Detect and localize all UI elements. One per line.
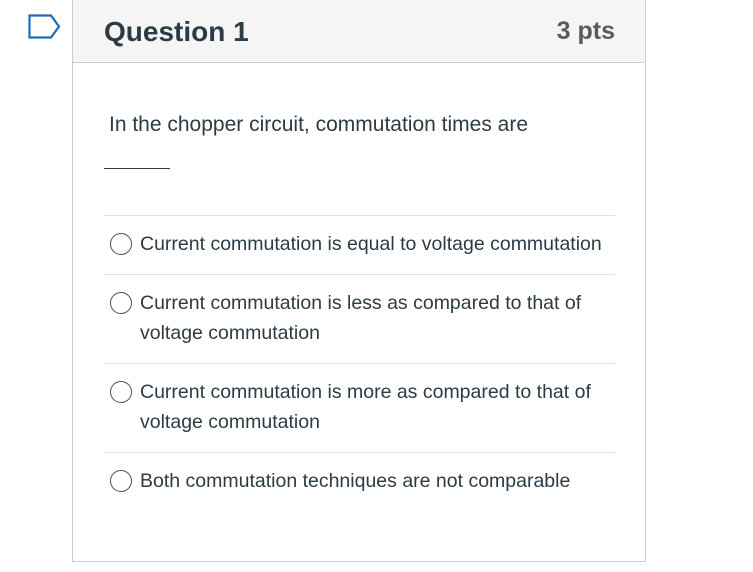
answer-list: Current commutation is equal to voltage … xyxy=(104,215,615,511)
question-body: In the chopper circuit, commutation time… xyxy=(73,112,645,511)
answer-label[interactable]: Current commutation is more as compared … xyxy=(140,377,615,437)
answer-option[interactable]: Current commutation is equal to voltage … xyxy=(104,216,615,275)
radio-button-icon[interactable] xyxy=(110,233,132,255)
answer-blank-line xyxy=(104,168,170,169)
answer-option[interactable]: Current commutation is more as compared … xyxy=(104,364,615,453)
question-points: 3 pts xyxy=(556,17,615,45)
answer-option[interactable]: Both commutation techniques are not comp… xyxy=(104,453,615,511)
answer-label[interactable]: Current commutation is equal to voltage … xyxy=(140,229,602,259)
flag-question-icon[interactable] xyxy=(28,14,62,40)
question-text: In the chopper circuit, commutation time… xyxy=(109,113,529,136)
radio-button-icon[interactable] xyxy=(110,381,132,403)
question-card: Question 1 3 pts In the chopper circuit,… xyxy=(72,0,646,562)
question-title: Question 1 xyxy=(104,15,249,47)
answer-option[interactable]: Current commutation is less as compared … xyxy=(104,275,615,364)
radio-button-icon[interactable] xyxy=(110,470,132,492)
answer-label[interactable]: Current commutation is less as compared … xyxy=(140,288,615,348)
question-header: Question 1 3 pts xyxy=(73,0,645,63)
answer-label[interactable]: Both commutation techniques are not comp… xyxy=(140,466,570,496)
radio-button-icon[interactable] xyxy=(110,292,132,314)
